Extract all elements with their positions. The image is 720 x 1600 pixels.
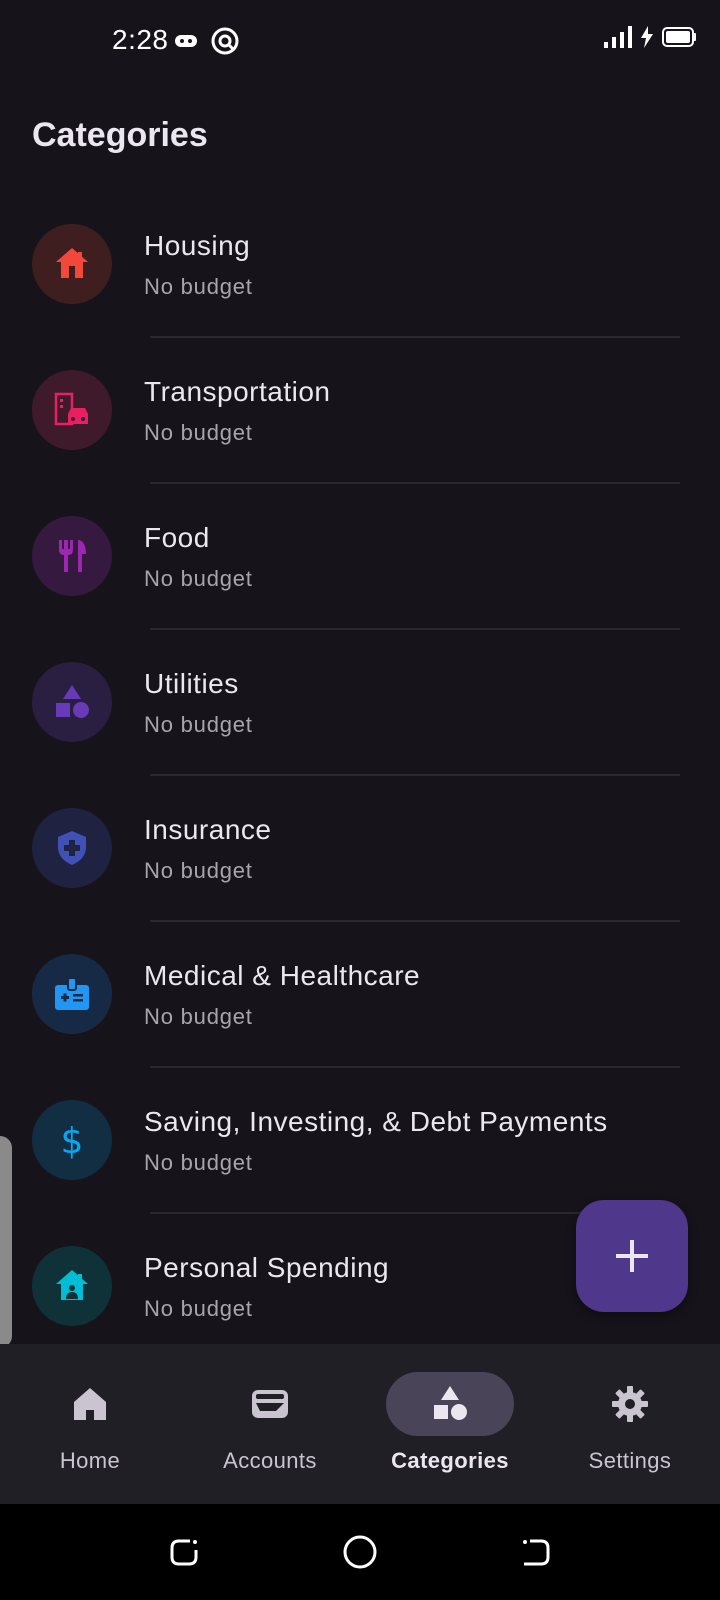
category-name: Medical & Healthcare xyxy=(144,960,421,991)
category-icon-bg xyxy=(32,516,112,596)
category-item-insurance[interactable]: Insurance No budget xyxy=(0,776,720,922)
house-icon xyxy=(56,248,88,278)
back-icon xyxy=(523,1539,550,1566)
category-budget: No budget xyxy=(144,1150,253,1175)
category-item-food[interactable]: Food No budget xyxy=(0,484,720,630)
dollar-icon: $ xyxy=(61,1121,84,1160)
signal-icon xyxy=(604,26,632,53)
status-bar: 2:28 xyxy=(0,0,720,80)
nav-item-settings[interactable]: Settings xyxy=(540,1344,720,1504)
commute-icon xyxy=(54,392,88,426)
nav-indicator-active xyxy=(386,1372,514,1436)
category-name: Food xyxy=(144,522,210,553)
medical-id-icon xyxy=(55,977,89,1010)
category-item-saving[interactable]: $ Saving, Investing, & Debt Payments No … xyxy=(0,1068,720,1214)
category-budget: No budget xyxy=(144,712,253,737)
category-icon-bg xyxy=(32,808,112,888)
category-item-medical[interactable]: Medical & Healthcare No budget xyxy=(0,922,720,1068)
page-title: Categories xyxy=(32,116,208,154)
category-icon-bg xyxy=(32,954,112,1034)
nav-item-accounts[interactable]: Accounts xyxy=(180,1344,360,1504)
category-item-transportation[interactable]: Transportation No budget xyxy=(0,338,720,484)
category-budget: No budget xyxy=(144,858,253,883)
assistant-icon xyxy=(210,26,240,61)
category-budget: No budget xyxy=(144,1296,253,1321)
home-person-icon xyxy=(56,1270,88,1300)
category-budget: No budget xyxy=(144,420,253,445)
back-button[interactable] xyxy=(516,1532,556,1572)
category-budget: No budget xyxy=(144,1004,253,1029)
category-name: Utilities xyxy=(144,668,239,699)
category-budget: No budget xyxy=(144,566,253,591)
status-time: 2:28 xyxy=(112,24,169,55)
home-circle-icon xyxy=(343,1535,377,1569)
category-list: Housing No budget Transportation No budg… xyxy=(0,192,720,1360)
restaurant-icon xyxy=(59,540,86,572)
health-shield-icon xyxy=(58,831,86,865)
add-category-button[interactable] xyxy=(576,1200,688,1312)
category-name: Saving, Investing, & Debt Payments xyxy=(144,1106,608,1137)
recents-icon xyxy=(170,1539,198,1566)
category-icon-bg xyxy=(32,1246,112,1326)
battery-icon xyxy=(662,27,696,52)
home-icon xyxy=(74,1388,106,1420)
category-name: Transportation xyxy=(144,376,331,407)
nav-label: Accounts xyxy=(223,1448,317,1473)
category-budget: No budget xyxy=(144,274,253,299)
category-icon-bg xyxy=(32,662,112,742)
category-item-housing[interactable]: Housing No budget xyxy=(0,192,720,338)
nav-indicator xyxy=(26,1372,154,1436)
shapes-icon xyxy=(56,685,89,718)
gamepad-icon xyxy=(174,31,198,56)
category-icon-bg xyxy=(32,370,112,450)
nav-indicator xyxy=(566,1372,694,1436)
category-shapes-icon xyxy=(434,1386,467,1420)
system-navigation-bar xyxy=(0,1504,720,1600)
nav-item-categories[interactable]: Categories xyxy=(360,1344,540,1504)
recents-button[interactable] xyxy=(164,1532,204,1572)
gear-icon xyxy=(612,1386,648,1422)
nav-label: Categories xyxy=(391,1448,509,1473)
nav-label: Home xyxy=(59,1448,121,1473)
plus-icon xyxy=(616,1240,648,1272)
category-item-utilities[interactable]: Utilities No budget xyxy=(0,630,720,776)
category-icon-bg: $ xyxy=(32,1100,112,1180)
category-name: Housing xyxy=(144,230,251,261)
charging-icon xyxy=(640,26,654,53)
category-name: Insurance xyxy=(144,814,272,845)
category-icon-bg xyxy=(32,224,112,304)
nav-item-home[interactable]: Home xyxy=(0,1344,180,1504)
nav-label: Settings xyxy=(588,1448,672,1473)
bottom-navigation: Home Accounts Categories Settings xyxy=(0,1344,720,1504)
svg-text:$: $ xyxy=(61,1121,84,1160)
category-name: Personal Spending xyxy=(144,1252,390,1283)
home-button[interactable] xyxy=(340,1532,380,1572)
nav-indicator xyxy=(206,1372,334,1436)
wallet-icon xyxy=(252,1390,288,1418)
edge-panel-handle[interactable] xyxy=(0,1136,12,1348)
